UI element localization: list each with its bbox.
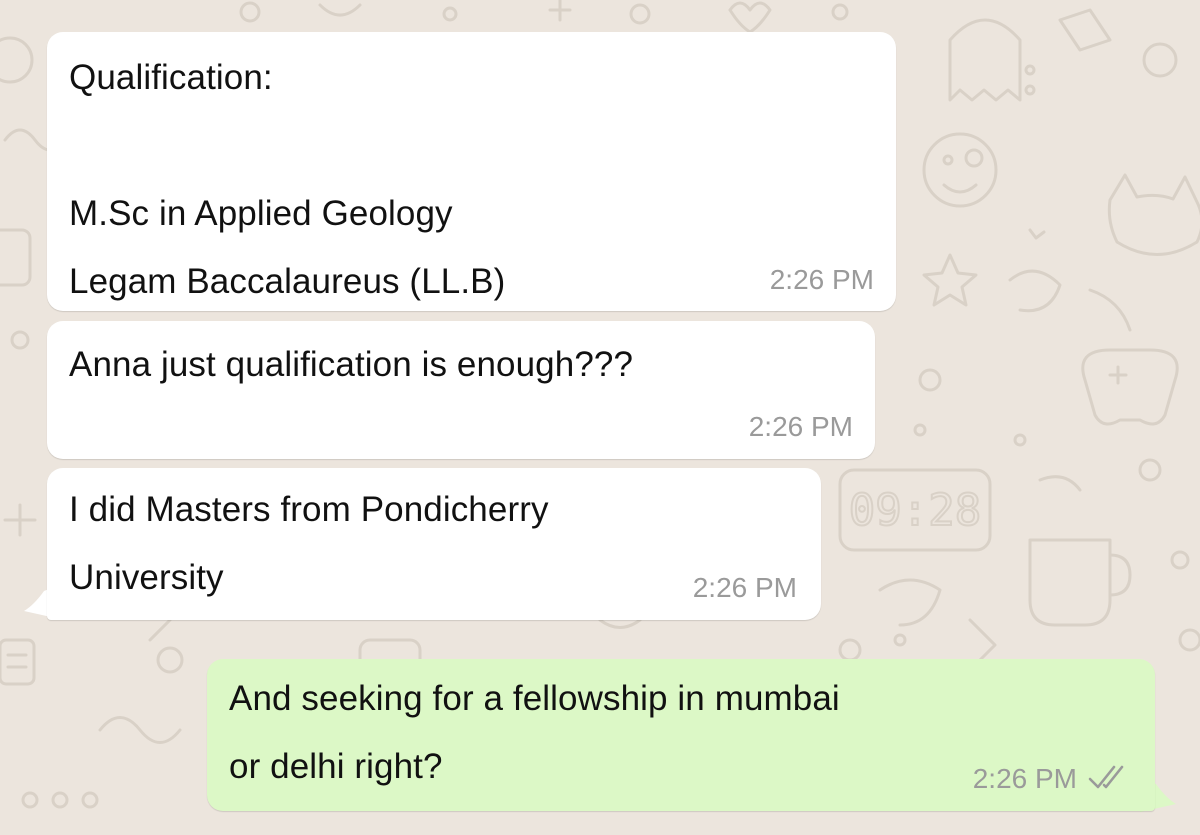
wallpaper-cat-doodle xyxy=(1107,173,1200,256)
message-text: Qualification: M.Sc in Applied Geology L… xyxy=(69,58,506,301)
wallpaper-plus-doodle xyxy=(3,503,37,537)
wallpaper-ghost-doodle xyxy=(948,18,1022,102)
wallpaper-smiley-doodle xyxy=(922,132,998,208)
message-bubble-incoming[interactable]: Anna just qualification is enough??? 2:2… xyxy=(47,321,875,459)
wallpaper-circle-doodle xyxy=(0,36,34,84)
message-timestamp: 2:26 PM xyxy=(769,264,874,295)
message-bubble-outgoing[interactable]: And seeking for a fellowship in mumbai o… xyxy=(207,659,1155,811)
message-timestamp: 2:26 PM xyxy=(972,763,1077,794)
message-timestamp: 2:26 PM xyxy=(692,572,797,603)
message-bubble-incoming[interactable]: Qualification: M.Sc in Applied Geology L… xyxy=(47,32,896,311)
wallpaper-cup-doodle xyxy=(1028,538,1112,627)
wallpaper-list-doodle xyxy=(0,638,36,686)
message-text: I did Masters from Pondicherry Universit… xyxy=(69,490,549,597)
wallpaper-clock-doodle-text: 09:28 xyxy=(849,485,981,536)
message-text: Anna just qualification is enough??? xyxy=(69,345,634,384)
wallpaper-gamepad-doodle xyxy=(1081,348,1179,426)
message-bubble-incoming[interactable]: I did Masters from Pondicherry Universit… xyxy=(47,468,821,620)
wallpaper-star-doodle xyxy=(922,253,978,307)
wallpaper-card-doodle xyxy=(0,228,32,287)
wallpaper-heart-doodle xyxy=(728,1,772,34)
message-text: And seeking for a fellowship in mumbai o… xyxy=(229,679,840,786)
double-check-icon xyxy=(1088,765,1124,789)
message-timestamp: 2:26 PM xyxy=(748,411,853,442)
